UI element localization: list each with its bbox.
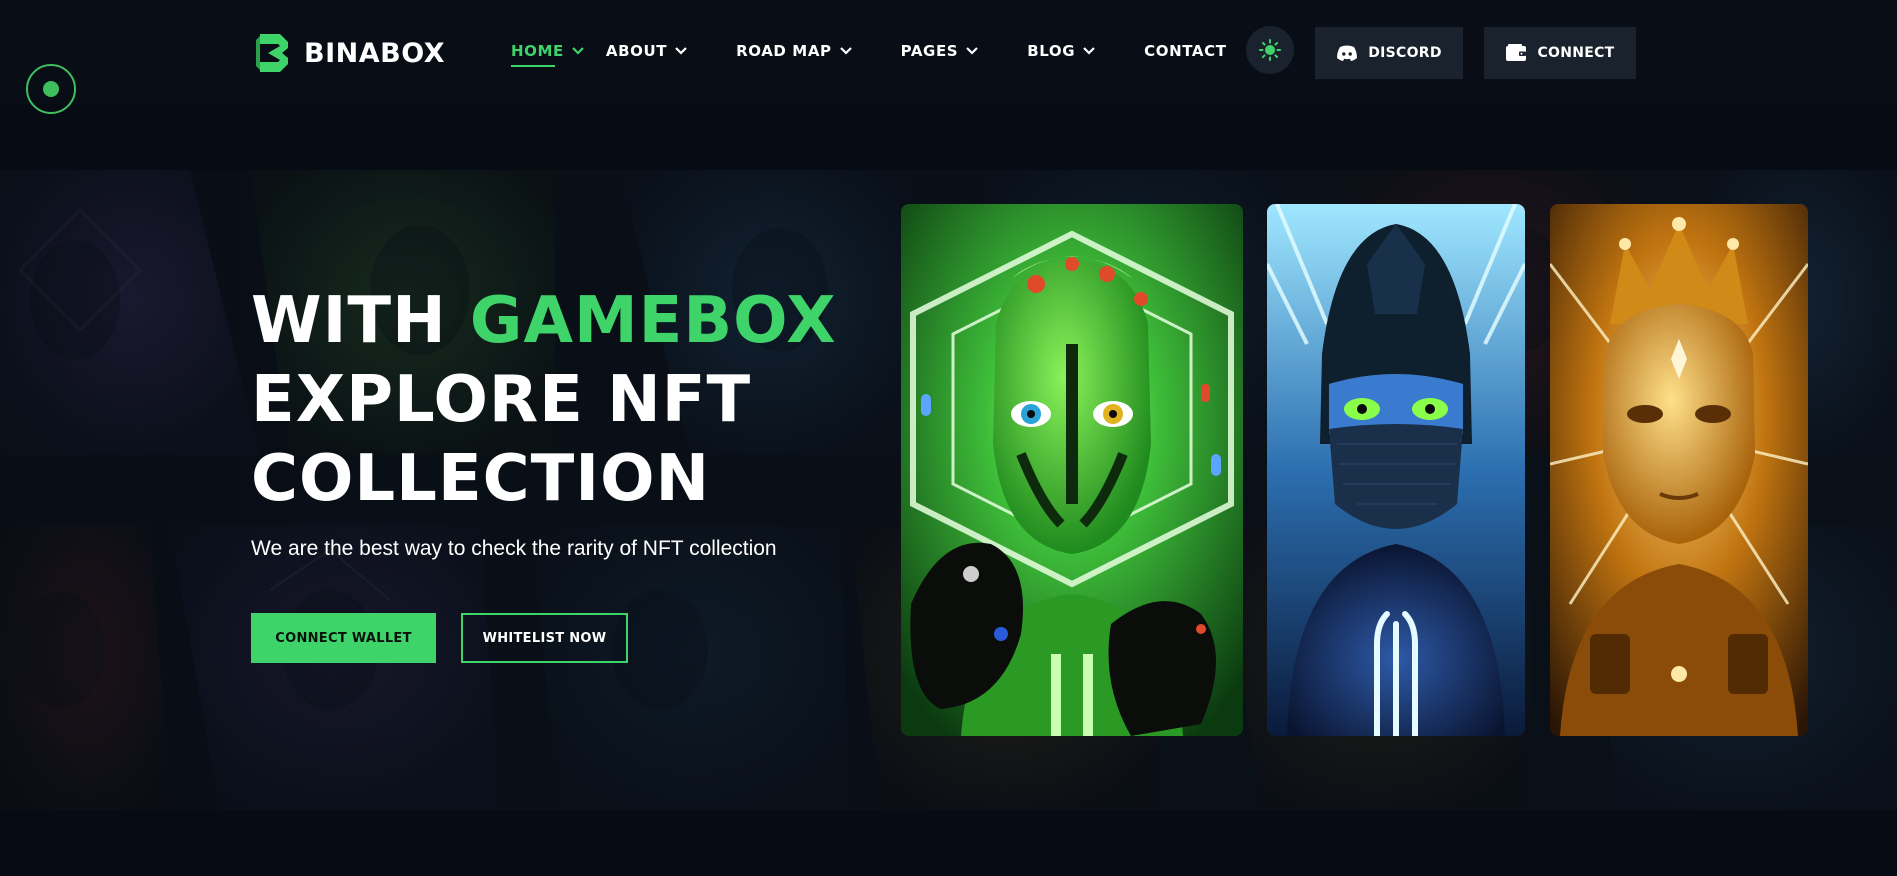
nav-item-road-map[interactable]: ROAD MAP <box>736 42 852 60</box>
cursor-indicator <box>26 64 76 114</box>
connect-label: CONNECT <box>1537 45 1615 61</box>
brand-name: BINABOX <box>304 37 446 69</box>
chevron-down-icon <box>572 47 584 55</box>
active-underline <box>511 65 555 67</box>
hero-subtitle: We are the best way to check the rarity … <box>251 537 777 560</box>
hero-title-line-2: EXPLORE NFT <box>251 363 752 437</box>
connect-button[interactable]: CONNECT <box>1484 27 1636 79</box>
nav-item-label: CONTACT <box>1144 42 1227 60</box>
theme-toggle-button[interactable] <box>1246 26 1294 74</box>
brand-logo[interactable]: BINABOX <box>254 32 445 74</box>
wallet-icon <box>1506 44 1527 61</box>
nav-item-about[interactable]: ABOUT <box>606 42 687 60</box>
nav-item-home[interactable]: HOME <box>511 42 584 67</box>
nav-item-pages[interactable]: PAGES <box>901 42 979 60</box>
logo-icon <box>256 34 288 72</box>
hero-title-line-1: WITH GAMEBOX <box>251 282 837 361</box>
nft-card-green[interactable] <box>901 204 1243 736</box>
sun-icon <box>1259 39 1281 61</box>
main-nav: HOME ABOUT ROAD MAP PAGES BLOG CONTACT <box>511 42 1227 67</box>
gold-crowned-nft-image <box>1550 204 1808 736</box>
nav-item-label: PAGES <box>900 42 959 60</box>
hero-title-prefix: WITH <box>251 284 470 358</box>
discord-label: DISCORD <box>1368 45 1442 61</box>
chevron-down-icon <box>839 47 852 55</box>
discord-icon <box>1337 45 1358 61</box>
nav-item-label: ABOUT <box>605 42 668 60</box>
nft-card-blue[interactable] <box>1267 204 1525 736</box>
nav-item-label: ROAD MAP <box>736 42 832 60</box>
nav-item-label: BLOG <box>1027 42 1076 60</box>
hero-title-line-3: COLLECTION <box>251 442 711 516</box>
cursor-dot <box>43 81 59 97</box>
nav-item-label: HOME <box>511 42 564 60</box>
hero-title-accent: GAMEBOX <box>469 284 837 358</box>
whitelist-now-button[interactable]: WHITELIST NOW <box>461 613 628 663</box>
nav-item-contact[interactable]: CONTACT <box>1144 42 1226 60</box>
nft-card-gold[interactable] <box>1550 204 1808 736</box>
green-alien-nft-image <box>901 204 1243 736</box>
chevron-down-icon <box>966 47 978 55</box>
connect-wallet-button[interactable]: CONNECT WALLET <box>251 613 436 663</box>
nav-item-blog[interactable]: BLOG <box>1027 42 1095 60</box>
blue-masked-nft-image <box>1267 204 1525 736</box>
hero-title: WITH GAMEBOX EXPLORE NFT COLLECTION <box>251 282 837 519</box>
site-header: BINABOX HOME ABOUT ROAD MAP PAGES BLOG C… <box>0 0 1897 114</box>
discord-button[interactable]: DISCORD <box>1315 27 1463 79</box>
chevron-down-icon <box>1083 47 1095 55</box>
chevron-down-icon <box>675 47 687 55</box>
